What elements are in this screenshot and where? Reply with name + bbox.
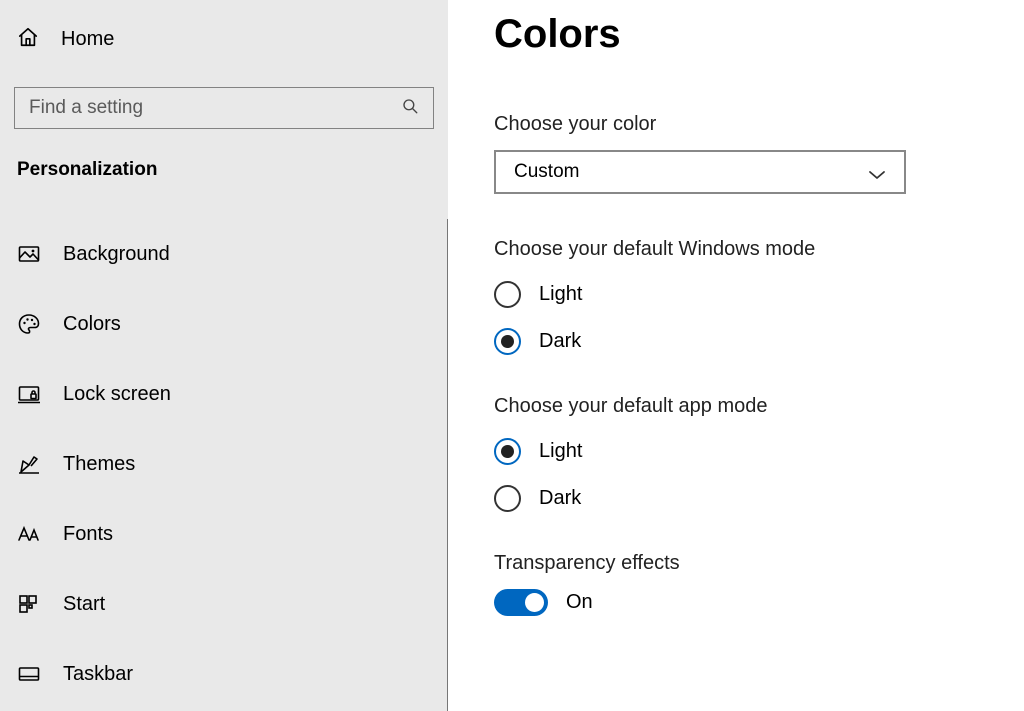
radio-icon xyxy=(494,485,521,512)
home-nav[interactable]: Home xyxy=(0,20,448,59)
picture-icon xyxy=(17,242,41,266)
main-content: Colors Choose your color Custom Choose y… xyxy=(448,0,1024,711)
chevron-down-icon xyxy=(868,167,886,177)
app-mode-label: Choose your default app mode xyxy=(494,395,1000,418)
sidebar: Home Personalization Background xyxy=(0,0,448,711)
sidebar-item-label: Themes xyxy=(63,453,135,476)
sidebar-item-colors[interactable]: Colors xyxy=(0,289,447,359)
sidebar-item-label: Taskbar xyxy=(63,663,133,686)
choose-color-label: Choose your color xyxy=(494,113,1000,136)
sidebar-item-label: Lock screen xyxy=(63,383,171,406)
search-input[interactable] xyxy=(29,97,401,119)
radio-label: Light xyxy=(539,283,582,306)
radio-icon xyxy=(494,438,521,465)
sidebar-item-fonts[interactable]: Fonts xyxy=(0,499,447,569)
lock-screen-icon xyxy=(17,382,41,406)
home-icon xyxy=(17,26,39,53)
sidebar-item-label: Start xyxy=(63,593,105,616)
home-label: Home xyxy=(61,28,114,51)
transparency-row: On xyxy=(494,589,1000,616)
radio-label: Dark xyxy=(539,330,581,353)
category-title: Personalization xyxy=(0,159,448,181)
nav-list: Background Colors xyxy=(0,219,448,711)
windows-mode-light[interactable]: Light xyxy=(494,281,1000,308)
sidebar-item-taskbar[interactable]: Taskbar xyxy=(0,639,447,709)
transparency-label: Transparency effects xyxy=(494,552,1000,575)
radio-label: Light xyxy=(539,440,582,463)
radio-icon xyxy=(494,328,521,355)
fonts-icon xyxy=(17,522,41,546)
sidebar-item-label: Background xyxy=(63,243,170,266)
themes-icon xyxy=(17,452,41,476)
dropdown-value: Custom xyxy=(514,161,579,183)
sidebar-item-start[interactable]: Start xyxy=(0,569,447,639)
app-mode-light[interactable]: Light xyxy=(494,438,1000,465)
taskbar-icon xyxy=(17,662,41,686)
app-mode-dark[interactable]: Dark xyxy=(494,485,1000,512)
start-icon xyxy=(17,592,41,616)
radio-icon xyxy=(494,281,521,308)
search-icon xyxy=(401,97,419,120)
sidebar-item-label: Fonts xyxy=(63,523,113,546)
windows-mode-label: Choose your default Windows mode xyxy=(494,238,1000,261)
search-box[interactable] xyxy=(14,87,434,129)
windows-mode-group: Light Dark xyxy=(494,281,1000,355)
radio-label: Dark xyxy=(539,487,581,510)
transparency-toggle[interactable] xyxy=(494,589,548,616)
radio-dot-icon xyxy=(501,335,514,348)
windows-mode-dark[interactable]: Dark xyxy=(494,328,1000,355)
sidebar-item-background[interactable]: Background xyxy=(0,219,447,289)
sidebar-item-label: Colors xyxy=(63,313,121,336)
sidebar-item-lockscreen[interactable]: Lock screen xyxy=(0,359,447,429)
sidebar-item-themes[interactable]: Themes xyxy=(0,429,447,499)
radio-dot-icon xyxy=(501,445,514,458)
choose-color-dropdown[interactable]: Custom xyxy=(494,150,906,194)
palette-icon xyxy=(17,312,41,336)
toggle-knob-icon xyxy=(525,593,544,612)
page-title: Colors xyxy=(494,12,1000,57)
toggle-state-label: On xyxy=(566,591,593,614)
app-mode-group: Light Dark xyxy=(494,438,1000,512)
